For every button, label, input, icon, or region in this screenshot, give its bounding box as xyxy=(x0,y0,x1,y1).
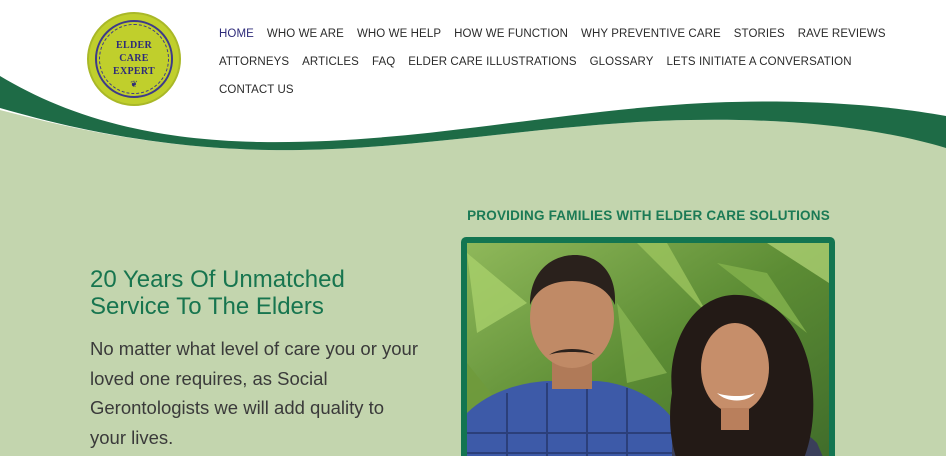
nav-rave-reviews[interactable]: RAVE REVIEWS xyxy=(798,28,886,40)
hero-body-text: No matter what level of care you or your… xyxy=(90,338,419,448)
nav-why-preventive-care[interactable]: WHY PREVENTIVE CARE xyxy=(581,28,721,40)
nav-articles[interactable]: ARTICLES xyxy=(302,56,359,68)
nav-contact-us[interactable]: CONTACT US xyxy=(219,84,294,96)
hero-tagline: PROVIDING FAMILIES WITH ELDER CARE SOLUT… xyxy=(467,208,830,223)
nav-glossary[interactable]: GLOSSARY xyxy=(590,56,654,68)
logo-text: ELDER CARE EXPERT xyxy=(89,39,179,78)
hero-photo xyxy=(467,243,829,456)
elder-care-expert-logo[interactable]: ELDER CARE EXPERT ❦ xyxy=(87,12,181,106)
logo-line-1: ELDER xyxy=(116,40,152,51)
nav-elder-care-illustrations[interactable]: ELDER CARE ILLUSTRATIONS xyxy=(408,56,576,68)
nav-faq[interactable]: FAQ xyxy=(372,56,395,68)
nav-lets-initiate-a-conversation[interactable]: LETS INITIATE A CONVERSATION xyxy=(667,56,852,68)
nav-how-we-function[interactable]: HOW WE FUNCTION xyxy=(454,28,568,40)
logo-line-3: EXPERT xyxy=(112,66,155,77)
lotus-icon: ❦ xyxy=(130,79,138,89)
nav-who-we-are[interactable]: WHO WE ARE xyxy=(267,28,344,40)
nav-row-3: CONTACT US xyxy=(219,76,859,104)
photo-illustration xyxy=(467,243,829,456)
nav-who-we-help[interactable]: WHO WE HELP xyxy=(357,28,441,40)
logo-line-2: CARE xyxy=(119,53,149,64)
hero-headline: 20 Years Of Unmatched Service To The Eld… xyxy=(90,266,420,320)
nav-row-2: ATTORNEYS ARTICLES FAQ ELDER CARE ILLUST… xyxy=(219,48,859,76)
hero-headline-line-2: Service To The Elders xyxy=(90,293,324,320)
hero-photo-frame xyxy=(461,237,835,456)
nav-stories[interactable]: STORIES xyxy=(734,28,785,40)
nav-row-1: HOME WHO WE ARE WHO WE HELP HOW WE FUNCT… xyxy=(219,20,886,48)
nav-home[interactable]: HOME xyxy=(219,28,254,40)
nav-attorneys[interactable]: ATTORNEYS xyxy=(219,56,289,68)
hero-headline-line-1: 20 Years Of Unmatched xyxy=(90,266,345,293)
main-navigation: HOME WHO WE ARE WHO WE HELP HOW WE FUNCT… xyxy=(219,20,886,104)
